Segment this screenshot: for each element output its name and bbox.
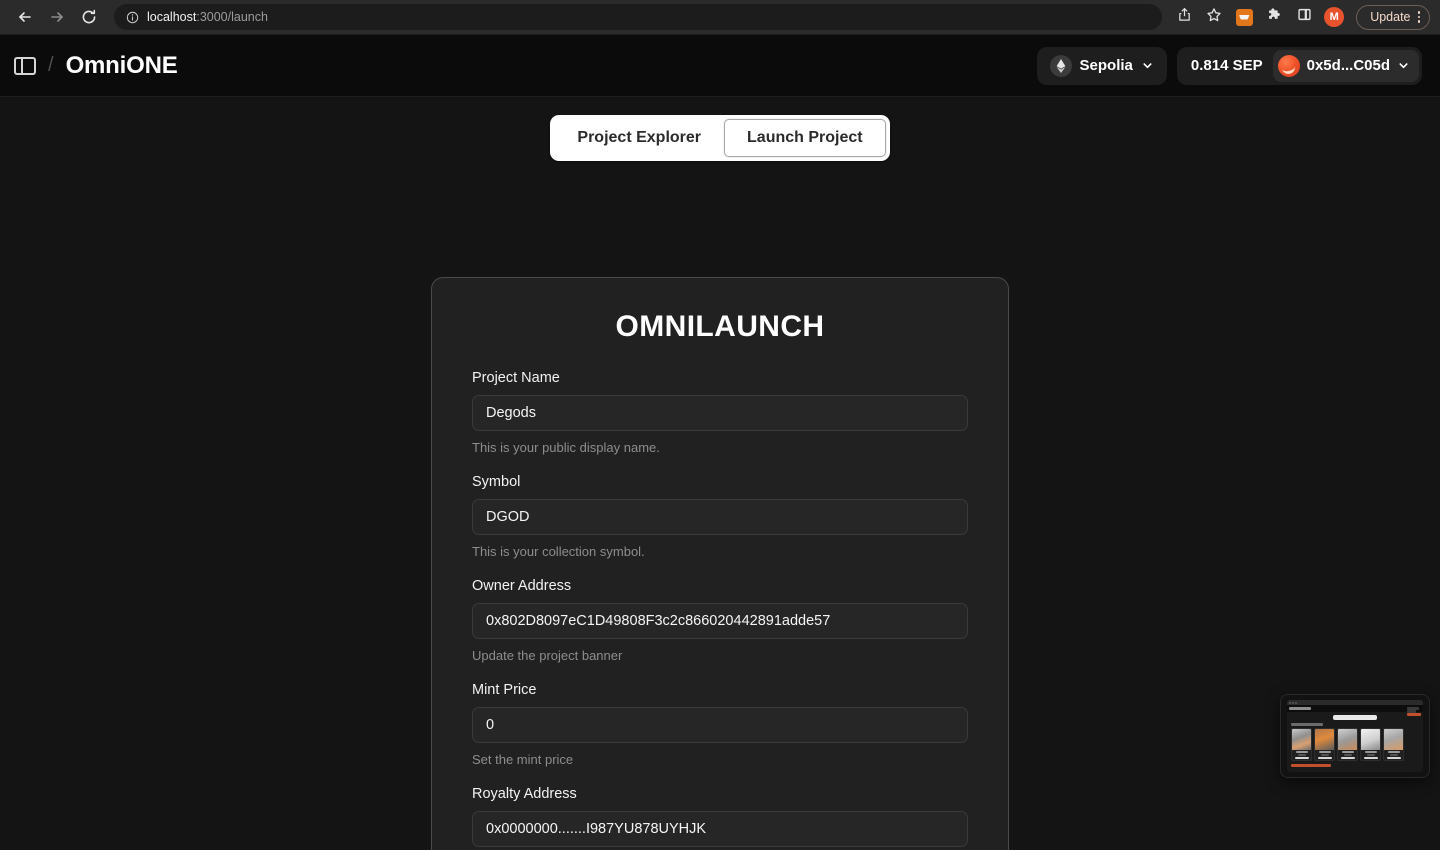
side-panel-button[interactable] xyxy=(1290,4,1318,30)
launch-form-card: OMNILAUNCH Project Name Degods This is y… xyxy=(431,277,1009,850)
puzzle-icon xyxy=(1267,7,1282,27)
chevron-down-icon xyxy=(1397,59,1410,72)
extensions-button[interactable] xyxy=(1260,4,1288,30)
reload-button[interactable] xyxy=(74,4,104,30)
tab-list: Project Explorer Launch Project xyxy=(550,115,890,161)
metamask-fox-icon xyxy=(1235,8,1253,26)
pip-header-actions xyxy=(1407,707,1421,716)
kebab-menu-icon[interactable] xyxy=(1417,11,1420,23)
reload-icon xyxy=(81,9,97,25)
input-royalty-address[interactable]: 0x0000000.......I987YU878UYHJK xyxy=(472,811,968,847)
ethereum-icon xyxy=(1049,54,1072,77)
input-mint-price[interactable]: 0 xyxy=(472,707,968,743)
account-button[interactable]: 0x5d...C05d xyxy=(1272,49,1419,82)
app-header: / OmniONE Sepolia 0.814 SEP 0x5d...C05d xyxy=(0,35,1440,97)
share-icon xyxy=(1177,7,1192,27)
tab-launch-project[interactable]: Launch Project xyxy=(724,119,886,157)
label-symbol: Symbol xyxy=(472,474,521,490)
pip-window xyxy=(1287,700,1423,772)
address-bar[interactable]: localhost:3000/launch xyxy=(114,4,1163,30)
pip-brand xyxy=(1289,707,1311,710)
network-selector[interactable]: Sepolia xyxy=(1036,46,1167,85)
tabs-container: Project Explorer Launch Project xyxy=(0,97,1440,161)
page-content: Project Explorer Launch Project OMNILAUN… xyxy=(0,97,1440,850)
account-address: 0x5d...C05d xyxy=(1306,57,1390,74)
url-text: localhost:3000/launch xyxy=(147,10,268,24)
chevron-down-icon xyxy=(1141,59,1154,72)
help-symbol: This is your collection symbol. xyxy=(472,544,645,559)
field-mint-price: Mint Price 0 Set the mint price xyxy=(472,682,968,767)
star-icon xyxy=(1206,7,1222,28)
blockie-avatar xyxy=(1277,54,1300,77)
profile-button[interactable]: M xyxy=(1320,4,1348,30)
pip-card xyxy=(1360,728,1381,761)
forward-button[interactable] xyxy=(42,4,72,30)
label-owner-address: Owner Address xyxy=(472,578,572,594)
field-royalty-address: Royalty Address 0x0000000.......I987YU87… xyxy=(472,786,968,850)
avatar: M xyxy=(1324,7,1345,27)
pip-card xyxy=(1383,728,1404,761)
tab-project-explorer[interactable]: Project Explorer xyxy=(554,119,724,157)
browser-toolbar: localhost:3000/launch M Update xyxy=(0,0,1440,35)
side-panel-icon xyxy=(1297,7,1312,27)
input-project-name[interactable]: Degods xyxy=(472,395,968,431)
field-project-name: Project Name Degods This is your public … xyxy=(472,370,968,455)
input-owner-address[interactable]: 0x802D8097eC1D49808F3c2c866020442891adde… xyxy=(472,603,968,639)
back-arrow-icon xyxy=(17,9,33,25)
label-mint-price: Mint Price xyxy=(472,682,537,698)
metamask-button[interactable] xyxy=(1230,4,1258,30)
field-symbol: Symbol DGOD This is your collection symb… xyxy=(472,474,968,559)
network-label: Sepolia xyxy=(1079,57,1133,74)
bookmark-button[interactable] xyxy=(1200,4,1228,30)
pip-app-header xyxy=(1287,705,1423,716)
input-symbol[interactable]: DGOD xyxy=(472,499,968,535)
page-title: OmniONE xyxy=(65,51,178,79)
forward-arrow-icon xyxy=(49,9,65,25)
back-button[interactable] xyxy=(10,4,40,30)
pip-card xyxy=(1291,728,1312,761)
pip-section-title xyxy=(1291,723,1323,726)
pip-tabs xyxy=(1287,712,1423,722)
pip-card xyxy=(1314,728,1335,761)
picture-in-picture-preview[interactable] xyxy=(1280,694,1430,778)
wallet-group: 0.814 SEP 0x5d...C05d xyxy=(1176,46,1422,85)
panel-toggle-icon[interactable] xyxy=(14,56,36,75)
pip-footer-accent xyxy=(1291,764,1331,767)
help-project-name: This is your public display name. xyxy=(472,440,660,455)
url-host: localhost xyxy=(147,10,197,24)
field-owner-address: Owner Address 0x802D8097eC1D49808F3c2c86… xyxy=(472,578,968,663)
pip-card-grid xyxy=(1287,728,1423,761)
site-info-icon[interactable] xyxy=(126,11,139,24)
breadcrumb-separator: / xyxy=(48,54,54,76)
help-owner-address: Update the project banner xyxy=(472,648,623,663)
update-label: Update xyxy=(1370,10,1411,24)
label-royalty-address: Royalty Address xyxy=(472,786,577,802)
url-path: :3000/launch xyxy=(196,10,268,24)
help-mint-price: Set the mint price xyxy=(472,752,574,767)
label-project-name: Project Name xyxy=(472,370,560,386)
share-button[interactable] xyxy=(1170,4,1198,30)
wallet-balance: 0.814 SEP xyxy=(1190,57,1263,74)
pip-card xyxy=(1337,728,1358,761)
header-actions: Sepolia 0.814 SEP 0x5d...C05d xyxy=(1036,46,1422,85)
update-button[interactable]: Update xyxy=(1356,4,1430,30)
form-title: OMNILAUNCH xyxy=(615,310,825,343)
